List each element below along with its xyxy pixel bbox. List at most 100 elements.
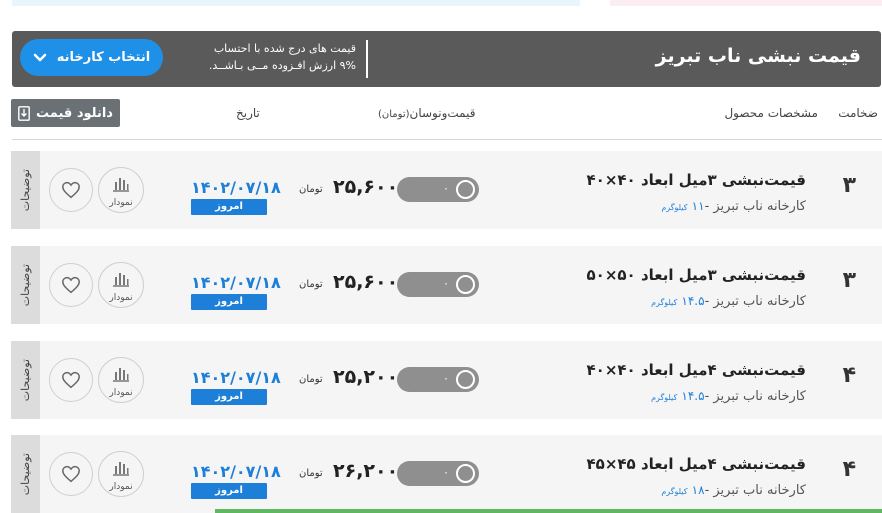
row-weight-unit: کیلوگرم [661,203,688,212]
column-header-date: تاریخ [236,106,260,120]
table-row: ۴ قیمت‌نبشی ۴میل ابعاد ۴۰×۴۰ کارخانه ناب… [11,341,882,419]
toggle-knob [456,275,475,294]
row-thickness: ۴ [842,363,856,388]
description-tab[interactable]: توضیحات [11,151,40,229]
chart-button-label: نمودار [109,198,133,208]
description-tab-label: توضیحات [19,358,32,402]
today-badge: امروز [191,389,267,405]
price-change-value: ۰ [443,277,449,290]
price-change-value: ۰ [443,466,449,479]
today-badge: امروز [191,294,267,310]
row-currency: تومان [299,374,323,385]
row-currency: تومان [299,184,323,195]
download-icon [18,105,30,121]
chart-button[interactable]: نمودار [98,451,144,497]
column-header-price-unit: (تومان) [378,109,410,120]
row-factory: کارخانه ناب تبریز -۱۴.۵ کیلوگرم [651,389,806,404]
row-factory-name: کارخانه ناب تبریز - [704,389,806,404]
row-title[interactable]: قیمت‌نبشی ۳میل ابعاد ۴۰×۴۰ [587,171,806,189]
description-tab-label: توضیحات [19,452,32,496]
row-factory: کارخانه ناب تبریز -۱۴.۵ کیلوگرم [651,294,806,309]
row-date: ۱۴۰۲/۰۷/۱۸ [191,273,281,292]
bar-chart-icon [113,368,129,382]
row-factory-name: کارخانه ناب تبریز - [704,199,806,214]
row-factory-name: کارخانه ناب تبریز - [704,294,806,309]
chart-button[interactable]: نمودار [98,357,144,403]
top-strip-right [610,0,882,6]
download-price-label: دانلود قیمت [36,105,113,121]
row-factory-name: کارخانه ناب تبریز - [704,483,806,498]
favorite-button[interactable] [49,263,93,307]
price-change-toggle[interactable]: ۰ [397,272,479,297]
column-header-spec: مشخصات محصول [724,106,818,120]
favorite-button[interactable] [49,358,93,402]
row-price: ۲۵,۶۰۰ [333,176,399,198]
row-date: ۱۴۰۲/۰۷/۱۸ [191,178,281,197]
bottom-strip [215,509,882,513]
heart-icon [62,181,80,199]
toggle-knob [456,180,475,199]
price-change-value: ۰ [443,372,449,385]
favorite-button[interactable] [49,452,93,496]
row-weight-unit: کیلوگرم [651,298,678,307]
today-badge: امروز [191,199,267,215]
row-thickness: ۳ [842,268,856,293]
row-weight: ۱۴.۵ [681,294,705,308]
chart-button[interactable]: نمودار [98,167,144,213]
price-change-toggle[interactable]: ۰ [397,367,479,392]
row-price: ۲۶,۲۰۰ [333,460,399,482]
row-factory: کارخانه ناب تبریز -۱۱ کیلوگرم [661,199,806,214]
download-price-button[interactable]: دانلود قیمت [11,99,120,127]
price-header-bar: قیمت نبشی ناب تبریز قیمت های درج شده با … [12,31,881,87]
row-factory: کارخانه ناب تبریز -۱۸ کیلوگرم [661,483,806,498]
row-weight: ۱۱ [691,199,705,213]
price-change-toggle[interactable]: ۰ [397,461,479,486]
heart-icon [62,371,80,389]
row-currency: تومان [299,468,323,479]
chart-button-label: نمودار [109,293,133,303]
description-tab[interactable]: توضیحات [11,435,40,513]
chevron-down-icon [33,53,47,61]
chart-button-label: نمودار [109,482,133,492]
row-weight-unit: کیلوگرم [661,487,688,496]
row-price: ۲۵,۶۰۰ [333,271,399,293]
column-header-price-label: قیمت‌ونوسان [409,106,476,120]
chart-button[interactable]: نمودار [98,262,144,308]
bar-chart-icon [113,178,129,192]
table-row: ۳ قیمت‌نبشی ۳میل ابعاد ۴۰×۴۰ کارخانه ناب… [11,151,882,229]
favorite-button[interactable] [49,168,93,212]
heart-icon [62,276,80,294]
table-row: ۴ قیمت‌نبشی ۴میل ابعاد ۴۵×۴۵ کارخانه ناب… [11,435,882,513]
vat-note: قیمت های درج شده با احتساب ۹% ارزش افـزو… [180,40,368,78]
row-weight: ۱۴.۵ [681,389,705,403]
bar-chart-icon [113,273,129,287]
row-title[interactable]: قیمت‌نبشی ۳میل ابعاد ۵۰×۵۰ [587,266,806,284]
row-currency: تومان [299,279,323,290]
chart-button-label: نمودار [109,388,133,398]
row-thickness: ۴ [842,457,856,482]
description-tab[interactable]: توضیحات [11,341,40,419]
page-title: قیمت نبشی ناب تبریز [655,45,861,67]
table-row: ۳ قیمت‌نبشی ۳میل ابعاد ۵۰×۵۰ کارخانه ناب… [11,246,882,324]
row-title[interactable]: قیمت‌نبشی ۴میل ابعاد ۴۰×۴۰ [587,361,806,379]
vat-note-line2: ۹% ارزش افـزوده مــی بـاشــد. [208,59,356,72]
toggle-knob [456,464,475,483]
column-header-thickness: ضخامت [838,106,878,120]
description-tab-label: توضیحات [19,168,32,212]
bar-chart-icon [113,462,129,476]
row-weight: ۱۸ [691,483,705,497]
price-change-value: ۰ [443,182,449,195]
heart-icon [62,465,80,483]
row-date: ۱۴۰۲/۰۷/۱۸ [191,462,281,481]
row-thickness: ۳ [842,173,856,198]
today-badge: امروز [191,483,267,499]
toggle-knob [456,370,475,389]
row-title[interactable]: قیمت‌نبشی ۴میل ابعاد ۴۵×۴۵ [587,455,806,473]
top-strip-left [12,0,580,6]
select-factory-button[interactable]: انتخاب کارخانه [20,39,163,76]
row-price: ۲۵,۲۰۰ [333,366,399,388]
price-change-toggle[interactable]: ۰ [397,177,479,202]
description-tab[interactable]: توضیحات [11,246,40,324]
select-factory-label: انتخاب کارخانه [56,50,151,65]
row-date: ۱۴۰۲/۰۷/۱۸ [191,368,281,387]
